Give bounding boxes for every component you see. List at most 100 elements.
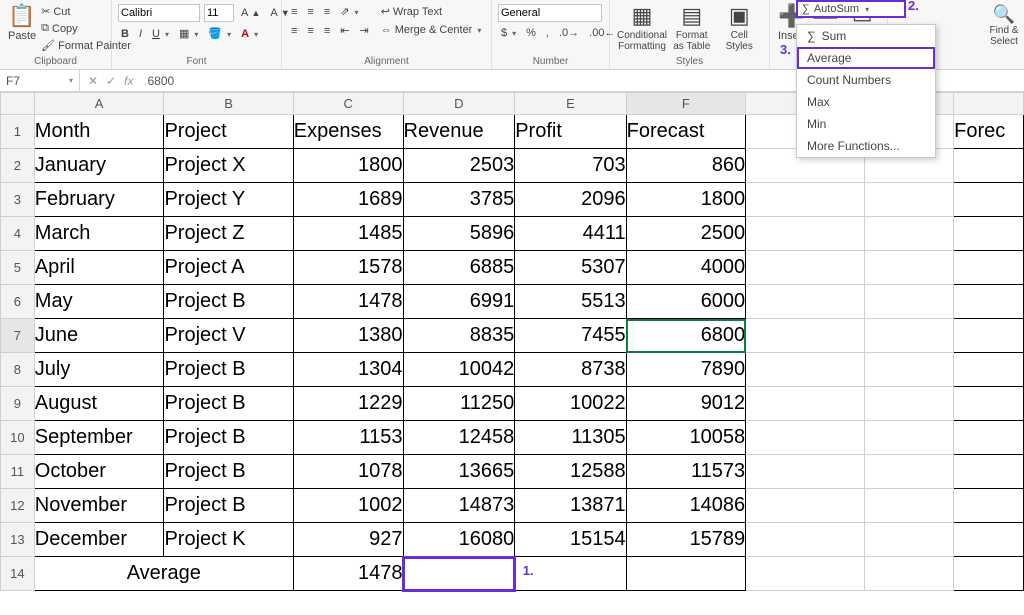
cell-D2[interactable]: 2503 xyxy=(403,149,515,183)
cell-E7[interactable]: 7455 xyxy=(515,319,626,353)
accounting-format-button[interactable]: $ xyxy=(498,26,519,40)
menu-max[interactable]: Max xyxy=(797,91,935,113)
cell-F14[interactable] xyxy=(626,557,746,591)
cell-D14[interactable] xyxy=(403,557,515,591)
cell-B5[interactable]: Project A xyxy=(164,251,293,285)
col-header-A[interactable]: A xyxy=(34,93,164,115)
cell-F11[interactable]: 11573 xyxy=(626,455,746,489)
cell-A7[interactable]: June xyxy=(34,319,164,353)
align-right-button[interactable]: ≡ xyxy=(321,24,333,38)
cell-extra-8[interactable] xyxy=(954,353,1024,387)
cell-E4[interactable]: 4411 xyxy=(515,217,626,251)
cell-C8[interactable]: 1304 xyxy=(293,353,403,387)
cell-F13[interactable]: 15789 xyxy=(626,523,746,557)
wrap-text-button[interactable]: ↩ Wrap Text xyxy=(378,4,485,19)
cell-C9[interactable]: 1229 xyxy=(293,387,403,421)
cell-F7[interactable]: 6800 xyxy=(626,319,746,353)
conditional-formatting-button[interactable]: ▦ Conditional Formatting xyxy=(616,2,668,54)
font-color-button[interactable]: A xyxy=(238,27,261,41)
cell-G4[interactable] xyxy=(746,217,865,251)
cell-A3[interactable]: February xyxy=(34,183,164,217)
increase-decimal-button[interactable]: .0→ xyxy=(556,26,582,40)
increase-indent-button[interactable]: ⇥ xyxy=(356,23,371,38)
merge-center-button[interactable]: ⇔ Merge & Center xyxy=(378,23,485,37)
cell-D3[interactable]: 3785 xyxy=(403,183,515,217)
cell-extra-11[interactable] xyxy=(954,455,1024,489)
cell-B4[interactable]: Project Z xyxy=(164,217,293,251)
cell-A6[interactable]: May xyxy=(34,285,164,319)
increase-font-button[interactable]: A▲ xyxy=(238,6,263,20)
cell-average-label[interactable]: Average xyxy=(34,557,293,591)
cell-F10[interactable]: 10058 xyxy=(626,421,746,455)
cell-D10[interactable]: 12458 xyxy=(403,421,515,455)
row-header-4[interactable]: 4 xyxy=(1,217,35,251)
percent-format-button[interactable]: % xyxy=(523,26,539,40)
cell-gap-10[interactable] xyxy=(865,421,954,455)
cell-F12[interactable]: 14086 xyxy=(626,489,746,523)
cell-gap-4[interactable] xyxy=(865,217,954,251)
col-header-D[interactable]: D xyxy=(403,93,515,115)
cell-E10[interactable]: 11305 xyxy=(515,421,626,455)
cell-G8[interactable] xyxy=(746,353,865,387)
fx-icon[interactable]: fx xyxy=(124,74,133,88)
cell-B10[interactable]: Project B xyxy=(164,421,293,455)
cell-extra-10[interactable] xyxy=(954,421,1024,455)
col-header-C[interactable]: C xyxy=(293,93,403,115)
cell-extra-3[interactable] xyxy=(954,183,1024,217)
bold-button[interactable]: B xyxy=(118,27,132,41)
cell-G13[interactable] xyxy=(746,523,865,557)
cell-A9[interactable]: August xyxy=(34,387,164,421)
cell-E2[interactable]: 703 xyxy=(515,149,626,183)
row-header-8[interactable]: 8 xyxy=(1,353,35,387)
number-format-select[interactable] xyxy=(498,4,602,22)
cell-C6[interactable]: 1478 xyxy=(293,285,403,319)
cell-B3[interactable]: Project Y xyxy=(164,183,293,217)
cell-extra-14[interactable] xyxy=(954,557,1024,591)
cell-B7[interactable]: Project V xyxy=(164,319,293,353)
paste-button[interactable]: 📋 Paste xyxy=(6,2,38,44)
select-all-corner[interactable] xyxy=(1,93,35,115)
comma-format-button[interactable]: , xyxy=(543,26,552,40)
cell-D11[interactable]: 13665 xyxy=(403,455,515,489)
font-name-select[interactable] xyxy=(118,4,200,22)
row-header-3[interactable]: 3 xyxy=(1,183,35,217)
cell-F6[interactable]: 6000 xyxy=(626,285,746,319)
cell-gap-11[interactable] xyxy=(865,455,954,489)
cell-gap-14[interactable] xyxy=(865,557,954,591)
cell-D1[interactable]: Revenue xyxy=(403,115,515,149)
cell-D8[interactable]: 10042 xyxy=(403,353,515,387)
align-bottom-button[interactable]: ≡ xyxy=(321,5,333,19)
cell-A8[interactable]: July xyxy=(34,353,164,387)
cell-C4[interactable]: 1485 xyxy=(293,217,403,251)
cell-G3[interactable] xyxy=(746,183,865,217)
cell-D12[interactable]: 14873 xyxy=(403,489,515,523)
cell-E12[interactable]: 13871 xyxy=(515,489,626,523)
row-header-10[interactable]: 10 xyxy=(1,421,35,455)
font-size-select[interactable] xyxy=(204,4,234,22)
cell-extra-2[interactable] xyxy=(954,149,1024,183)
cell-D7[interactable]: 8835 xyxy=(403,319,515,353)
cell-A4[interactable]: March xyxy=(34,217,164,251)
cancel-formula-icon[interactable]: ✕ xyxy=(88,74,98,88)
col-header-F[interactable]: F xyxy=(626,93,746,115)
align-middle-button[interactable]: ≡ xyxy=(304,5,316,19)
name-box[interactable]: F7 ▾ xyxy=(0,70,80,91)
row-header-12[interactable]: 12 xyxy=(1,489,35,523)
cell-G11[interactable] xyxy=(746,455,865,489)
row-header-9[interactable]: 9 xyxy=(1,387,35,421)
cell-A2[interactable]: January xyxy=(34,149,164,183)
menu-min[interactable]: Min xyxy=(797,113,935,135)
fill-color-button[interactable]: 🪣 xyxy=(205,26,234,41)
cell-F5[interactable]: 4000 xyxy=(626,251,746,285)
autosum-button[interactable]: ∑ AutoSum xyxy=(796,0,906,18)
cell-gap-13[interactable] xyxy=(865,523,954,557)
row-header-5[interactable]: 5 xyxy=(1,251,35,285)
row-header-13[interactable]: 13 xyxy=(1,523,35,557)
cell-E1[interactable]: Profit xyxy=(515,115,626,149)
cell-A12[interactable]: November xyxy=(34,489,164,523)
underline-button[interactable]: U xyxy=(149,27,172,41)
format-as-table-button[interactable]: ▤ Format as Table xyxy=(668,2,716,54)
cell-gap-5[interactable] xyxy=(865,251,954,285)
cell-extra-7[interactable] xyxy=(954,319,1024,353)
cell-A5[interactable]: April xyxy=(34,251,164,285)
